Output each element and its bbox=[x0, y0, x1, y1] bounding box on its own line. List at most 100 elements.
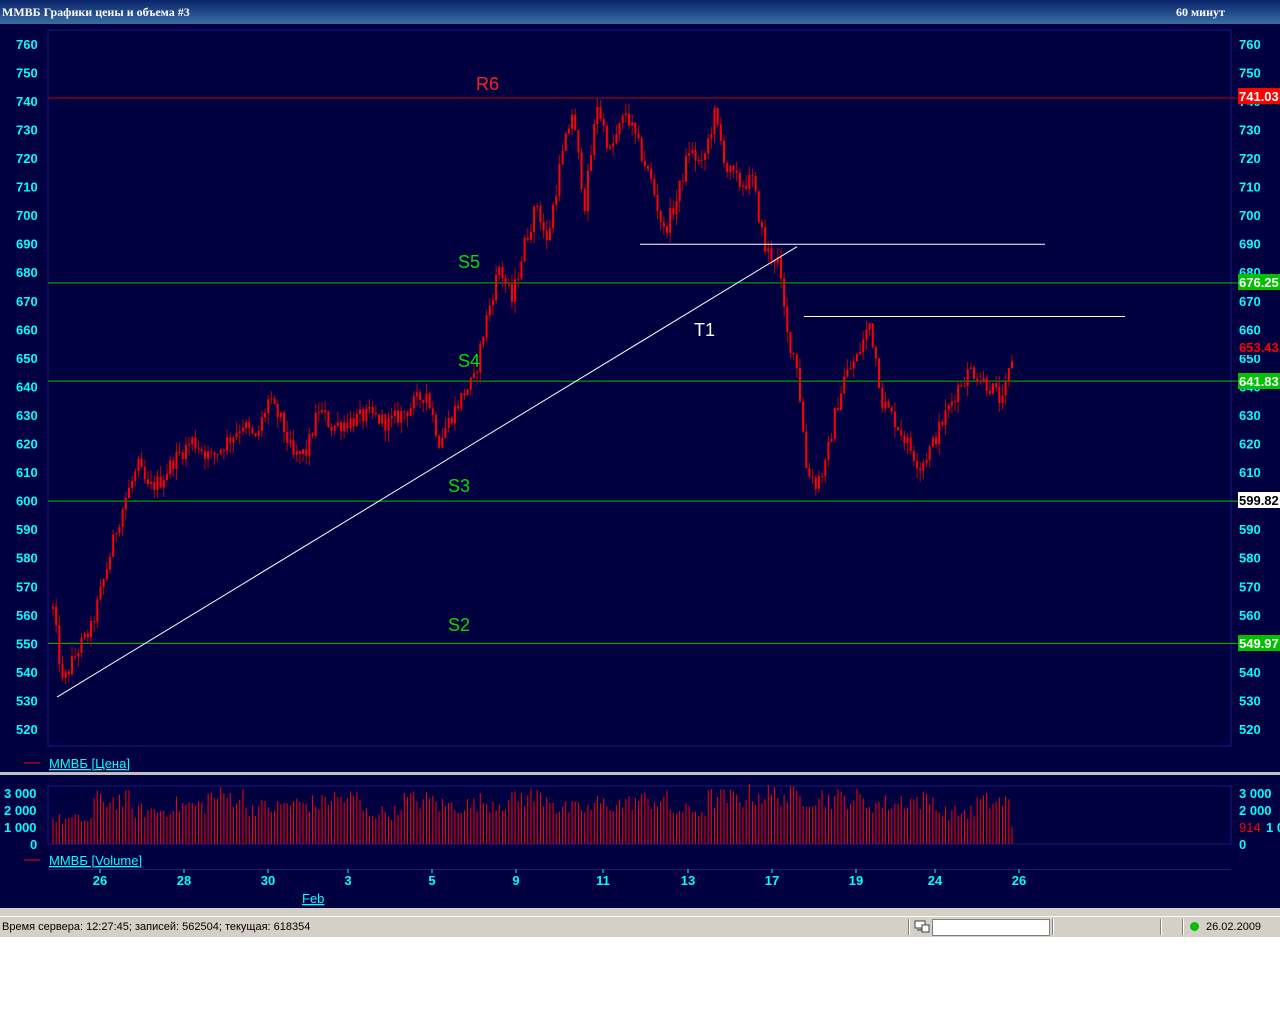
status-separator bbox=[1160, 919, 1162, 935]
vol-tick-2000-right: 2 000 bbox=[1239, 803, 1272, 818]
candle-body bbox=[808, 468, 811, 477]
candle-body bbox=[824, 459, 827, 476]
candle-body bbox=[491, 300, 494, 306]
candle-body bbox=[207, 451, 210, 459]
candle-body bbox=[175, 451, 178, 470]
panel-splitter[interactable] bbox=[0, 772, 1280, 775]
candle-body bbox=[640, 138, 643, 161]
candle-body bbox=[495, 274, 498, 301]
candle-body bbox=[308, 433, 311, 456]
candle-body bbox=[561, 151, 564, 165]
candle-body bbox=[836, 407, 839, 411]
horizontal-scrollbar[interactable] bbox=[0, 908, 1280, 916]
candle-body bbox=[552, 204, 555, 229]
candle-body bbox=[343, 422, 346, 432]
candle-body bbox=[817, 476, 820, 490]
candle-body bbox=[694, 150, 697, 161]
candle-body bbox=[64, 671, 67, 678]
candle-body bbox=[311, 433, 314, 436]
status-bar: Время сервера: 12:27:45; записей: 562504… bbox=[0, 916, 1280, 937]
candle-body bbox=[859, 351, 862, 354]
candle-body bbox=[251, 428, 254, 434]
candle-body bbox=[798, 368, 801, 402]
y-tick-left-700: 700 bbox=[16, 208, 38, 223]
candle-body bbox=[520, 261, 523, 279]
candle-body bbox=[501, 266, 504, 279]
candle-body bbox=[868, 323, 871, 330]
svg-text:599.82: 599.82 bbox=[1239, 493, 1279, 508]
candle-body bbox=[567, 128, 570, 134]
candle-body bbox=[374, 413, 377, 415]
level-tag-r6: 741.03 bbox=[1238, 88, 1280, 104]
candle-body bbox=[631, 122, 634, 126]
candle-body bbox=[881, 387, 884, 408]
candle-body bbox=[425, 393, 428, 403]
candle-body bbox=[245, 422, 248, 428]
candle-body bbox=[355, 414, 358, 427]
candle-body bbox=[897, 427, 900, 431]
price-legend[interactable]: ММВБ [Цена] bbox=[49, 756, 130, 771]
level-tag-s3: 599.82 bbox=[1238, 492, 1280, 508]
candle-body bbox=[935, 437, 938, 445]
candle-body bbox=[181, 452, 184, 460]
candle-body bbox=[789, 331, 792, 353]
candle-body bbox=[954, 401, 957, 403]
candle-body bbox=[150, 482, 153, 484]
candle-body bbox=[517, 278, 520, 280]
candle-body bbox=[238, 431, 241, 434]
y-tick-left-530: 530 bbox=[16, 693, 38, 708]
candle-body bbox=[317, 412, 320, 414]
x-tick-0: 26 bbox=[93, 873, 107, 888]
y-tick-right-730: 730 bbox=[1239, 122, 1261, 137]
candle-body bbox=[118, 527, 121, 534]
candle-body bbox=[662, 222, 665, 227]
candle-body bbox=[577, 130, 580, 153]
candle-body bbox=[586, 170, 589, 212]
price-volume-chart[interactable]: 7607607507507407407307307207207107107007… bbox=[0, 24, 1280, 908]
candle-body bbox=[703, 153, 706, 160]
volume-legend[interactable]: ММВБ [Volume] bbox=[49, 853, 142, 868]
candle-body bbox=[678, 180, 681, 202]
candle-body bbox=[732, 165, 735, 171]
candle-body bbox=[194, 437, 197, 449]
candle-body bbox=[415, 392, 418, 397]
chart-area[interactable]: 7607607507507407407307307207207107107007… bbox=[0, 24, 1280, 908]
candle-body bbox=[542, 222, 545, 231]
candle-body bbox=[412, 396, 415, 409]
candle-body bbox=[757, 191, 760, 223]
y-tick-left-690: 690 bbox=[16, 237, 38, 252]
candle-body bbox=[67, 671, 70, 675]
candle-body bbox=[137, 458, 140, 472]
candle-body bbox=[599, 107, 602, 120]
y-tick-right-720: 720 bbox=[1239, 151, 1261, 166]
y-tick-left-610: 610 bbox=[16, 465, 38, 480]
candle-body bbox=[406, 412, 409, 416]
candle-body bbox=[197, 448, 200, 450]
svg-text:741.03: 741.03 bbox=[1239, 89, 1279, 104]
computer-icon[interactable] bbox=[914, 920, 930, 933]
candle-body bbox=[973, 367, 976, 379]
candle-body bbox=[472, 373, 475, 378]
volume-plot-frame bbox=[47, 785, 1232, 845]
candles bbox=[52, 98, 1013, 685]
candle-body bbox=[795, 354, 798, 369]
candle-body bbox=[574, 114, 577, 131]
x-tick-2: 30 bbox=[261, 873, 275, 888]
candle-body bbox=[906, 437, 909, 443]
candle-body bbox=[840, 393, 843, 411]
svg-text:653.43: 653.43 bbox=[1239, 340, 1279, 355]
candle-body bbox=[950, 401, 953, 406]
candle-body bbox=[276, 404, 279, 418]
candle-body bbox=[457, 405, 460, 409]
candle-body bbox=[947, 405, 950, 411]
candle-body bbox=[710, 134, 713, 139]
candle-body bbox=[134, 471, 137, 482]
candle-body bbox=[931, 437, 934, 447]
candle-body bbox=[241, 427, 244, 432]
candle-body bbox=[957, 385, 960, 402]
y-tick-right-540: 540 bbox=[1239, 665, 1261, 680]
candle-body bbox=[922, 462, 925, 471]
candle-body bbox=[340, 422, 343, 432]
label-s2: S2 bbox=[448, 615, 470, 635]
candle-body bbox=[893, 411, 896, 428]
